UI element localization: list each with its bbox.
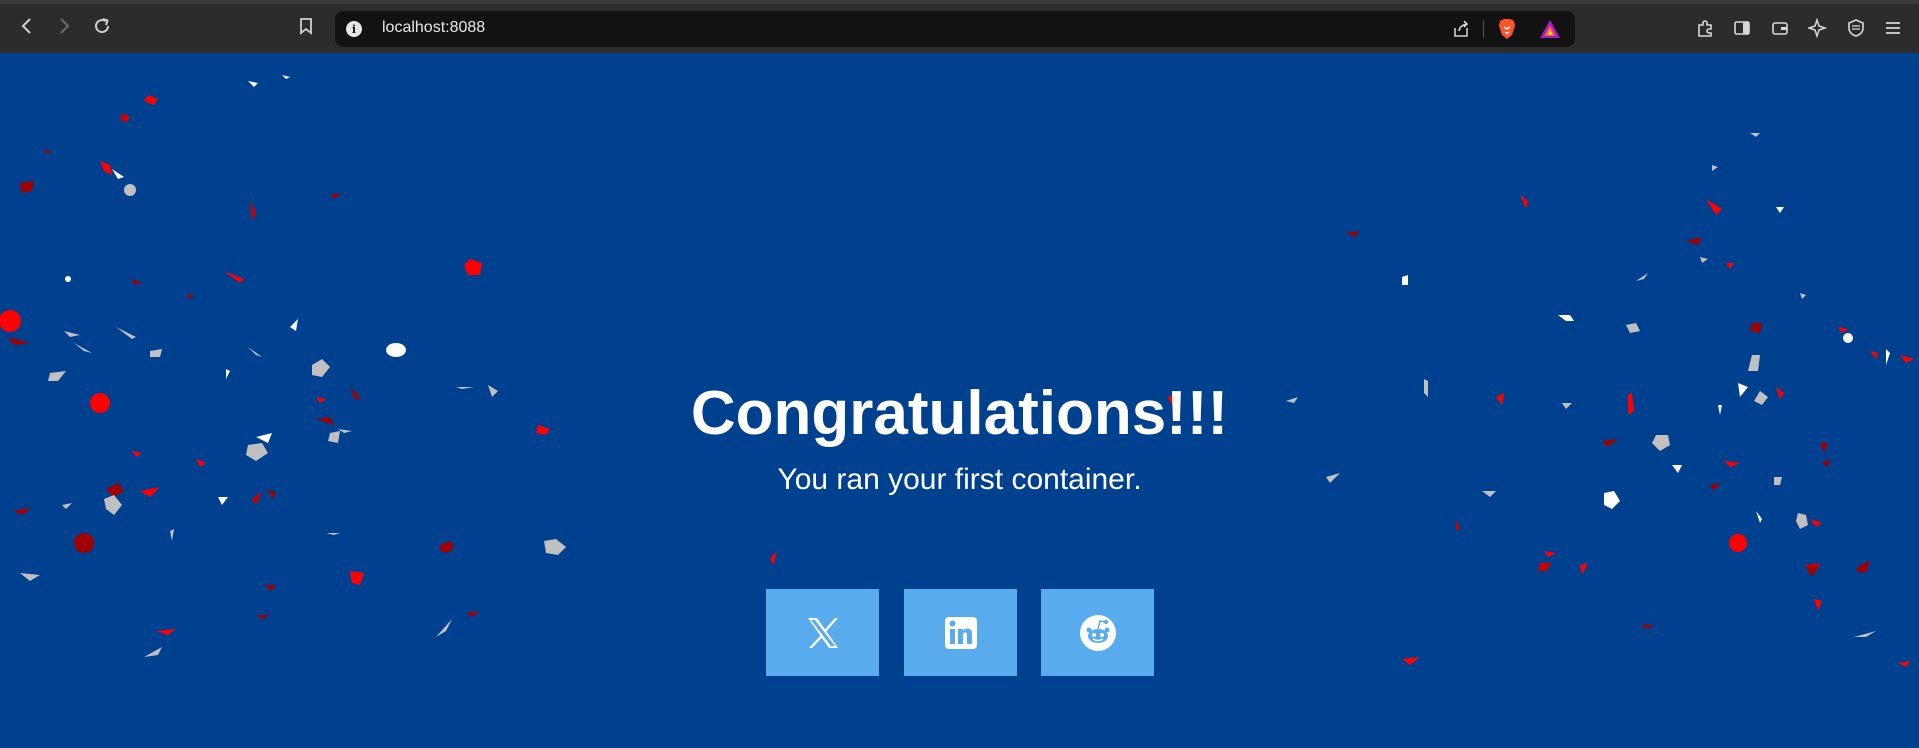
share-icon[interactable] (1449, 18, 1473, 40)
reddit-icon (1079, 614, 1116, 651)
sparkle-icon (1808, 18, 1828, 38)
menu-button[interactable] (1881, 16, 1905, 40)
vpn-button[interactable] (1844, 16, 1868, 40)
back-button[interactable] (13, 12, 41, 40)
bookmark-icon (300, 18, 312, 35)
address-bar[interactable]: i localhost:8088 (335, 11, 1575, 47)
extensions-button[interactable] (1693, 16, 1717, 40)
share-reddit-button[interactable] (1041, 589, 1154, 676)
brave-rewards-triangle-icon[interactable] (1538, 18, 1562, 40)
share-linkedin-button[interactable] (904, 589, 1017, 676)
share-x-button[interactable] (766, 589, 879, 676)
linkedin-icon (944, 616, 977, 649)
brave-lion-icon[interactable] (1495, 18, 1519, 40)
url-text[interactable]: localhost:8088 (382, 19, 485, 37)
page-viewport: Congratulations!!! You ran your first co… (0, 53, 1919, 748)
reload-icon (95, 18, 110, 34)
browser-toolbar: i localhost:8088 (0, 0, 1919, 53)
address-divider (1483, 20, 1484, 38)
bookmark-button[interactable] (292, 12, 320, 40)
hamburger-menu-icon (1886, 22, 1900, 34)
reload-button[interactable] (88, 12, 116, 40)
sidebar-button[interactable] (1730, 16, 1754, 40)
wallet-button[interactable] (1768, 16, 1792, 40)
arrow-right-icon (60, 18, 70, 34)
wallet-icon (1772, 22, 1788, 35)
info-icon[interactable]: i (346, 21, 362, 37)
page-subtitle: You ran your first container. (777, 463, 1142, 496)
arrow-left-icon (21, 18, 31, 34)
puzzle-icon (1698, 20, 1712, 37)
x-twitter-icon (807, 617, 838, 648)
sidebar-icon (1734, 21, 1750, 35)
leo-button[interactable] (1806, 16, 1830, 40)
forward-button[interactable] (50, 12, 78, 40)
page-title: Congratulations!!! (690, 379, 1229, 448)
shield-icon (1848, 19, 1864, 37)
